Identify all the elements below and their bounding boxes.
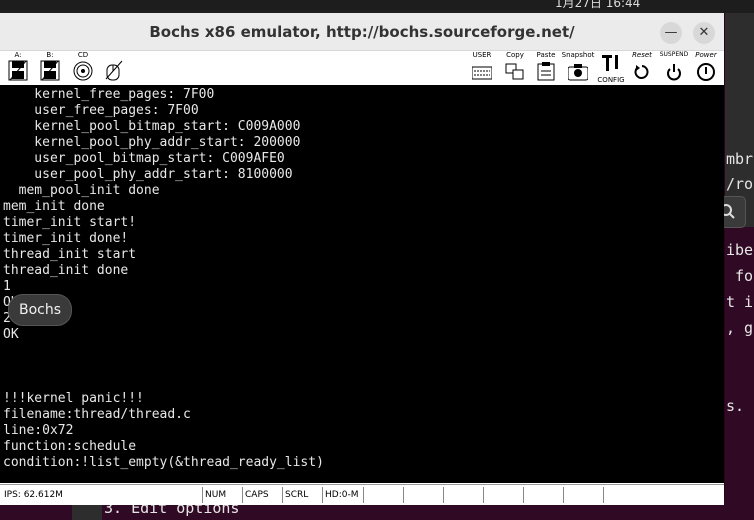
user-button[interactable]: USER: [466, 51, 498, 84]
background-terminal-line: mbr: [726, 150, 754, 168]
mouse-button[interactable]: [100, 51, 128, 84]
reset-label: Reset: [632, 51, 652, 59]
background-terminal-line: /ro: [726, 175, 754, 193]
num-lock-indicator: NUM: [202, 487, 241, 503]
status-slot: [563, 487, 602, 503]
background-terminal-line: ibe: [726, 241, 754, 259]
console-line: user_free_pages: 7F00: [3, 103, 199, 118]
console-line: user_pool_bitmap_start: C009AFE0: [3, 151, 285, 166]
console-line: filename:thread/thread.c: [3, 407, 191, 422]
console-line: condition:!list_empty(&thread_ready_list…: [3, 455, 324, 470]
console-line: kernel_pool_phy_addr_start: 200000: [3, 135, 301, 150]
console-line: thread_init done: [3, 263, 129, 278]
keyboard-icon: [472, 66, 492, 80]
window-titlebar[interactable]: Bochs x86 emulator, http://bochs.sourcef…: [0, 13, 724, 51]
cdrom-icon: [73, 61, 93, 81]
emulator-console[interactable]: kernel_free_pages: 7F00 user_free_pages:…: [0, 85, 724, 483]
floppy-icon: [40, 60, 60, 81]
console-line: line:0x72: [3, 423, 74, 438]
config-icon: [602, 55, 618, 71]
paste-icon: [537, 62, 555, 81]
desktop-top-bar: 1月27日 16:44: [0, 0, 754, 13]
console-line: thread_init start: [3, 247, 137, 262]
status-slot: [403, 487, 442, 503]
copy-icon: [505, 63, 524, 80]
console-line: 1: [3, 279, 11, 294]
paste-label: Paste: [536, 51, 556, 59]
floppy-a-label: A:: [14, 51, 22, 59]
console-line: function:schedule: [3, 439, 137, 454]
console-line: !!!kernel panic!!!: [3, 391, 144, 406]
status-bar: IPS: 62.612M NUM CAPS SCRL HD:0-M: [0, 484, 724, 505]
background-terminal-line: t i: [726, 293, 754, 311]
console-line: mem_init done: [3, 199, 105, 214]
cdrom-button[interactable]: CD: [68, 51, 98, 84]
status-slot: [603, 487, 722, 503]
suspend-icon: [667, 64, 681, 81]
status-slot: [363, 487, 402, 503]
desktop-clock[interactable]: 1月27日 16:44: [555, 0, 640, 11]
console-line: kernel_free_pages: 7F00: [3, 87, 215, 102]
console-output: kernel_free_pages: 7F00 user_free_pages:…: [3, 87, 324, 471]
reset-icon: [634, 65, 649, 79]
camera-icon: [568, 64, 588, 81]
caps-lock-indicator: CAPS: [242, 487, 281, 503]
user-label: USER: [472, 51, 492, 59]
suspend-label: SUSPEND: [659, 51, 689, 58]
hd-indicator: HD:0-M: [322, 487, 363, 503]
mouse-icon: [105, 60, 123, 81]
floppy-icon: [8, 60, 28, 81]
cdrom-label: CD: [77, 51, 89, 59]
power-icon: [697, 63, 715, 81]
floppy-b-button[interactable]: B:: [36, 51, 64, 84]
bochs-window: Bochs x86 emulator, http://bochs.sourcef…: [0, 13, 724, 505]
console-line: timer_init done!: [3, 231, 129, 246]
scroll-lock-indicator: SCRL: [282, 487, 321, 503]
status-slot: [443, 487, 482, 503]
minimize-icon: —: [664, 25, 678, 40]
copy-label: Copy: [506, 51, 524, 59]
background-terminal-line: , g: [726, 319, 754, 337]
background-terminal-header: [725, 13, 754, 227]
config-button[interactable]: CONFIG: [597, 51, 625, 84]
power-button[interactable]: Power: [690, 51, 722, 84]
background-terminal-line: s.: [726, 397, 745, 415]
snapshot-button[interactable]: Snapshot: [561, 51, 595, 84]
snapshot-label: Snapshot: [561, 51, 595, 59]
console-line: user_pool_phy_addr_start: 8100000: [3, 167, 293, 182]
close-button[interactable]: ✕: [693, 22, 715, 44]
console-line: mem_pool_init done: [3, 183, 160, 198]
floppy-b-label: B:: [46, 51, 54, 59]
power-label: Power: [695, 51, 717, 59]
minimize-button[interactable]: —: [660, 22, 682, 44]
close-icon: ✕: [698, 25, 710, 40]
ips-indicator: IPS: 62.612M: [4, 490, 63, 500]
status-slot: [523, 487, 562, 503]
tooltip: Bochs: [8, 294, 72, 326]
copy-button[interactable]: Copy: [502, 51, 528, 84]
config-label: CONFIG: [597, 76, 625, 84]
console-line: OK: [3, 327, 19, 342]
console-line: timer_init start!: [3, 215, 137, 230]
console-line: kernel_pool_bitmap_start: C009A000: [3, 119, 301, 134]
suspend-button[interactable]: SUSPEND: [659, 51, 689, 84]
floppy-a-button[interactable]: A:: [4, 51, 32, 84]
reset-button[interactable]: Reset: [627, 51, 657, 84]
bochs-toolbar: A: B: CD USER Copy Paste Snapshot CONFIG…: [0, 51, 724, 84]
status-slot: [483, 487, 522, 503]
window-title: Bochs x86 emulator, http://bochs.sourcef…: [149, 23, 575, 41]
background-terminal-line: fo: [726, 267, 754, 285]
paste-button[interactable]: Paste: [532, 51, 560, 84]
